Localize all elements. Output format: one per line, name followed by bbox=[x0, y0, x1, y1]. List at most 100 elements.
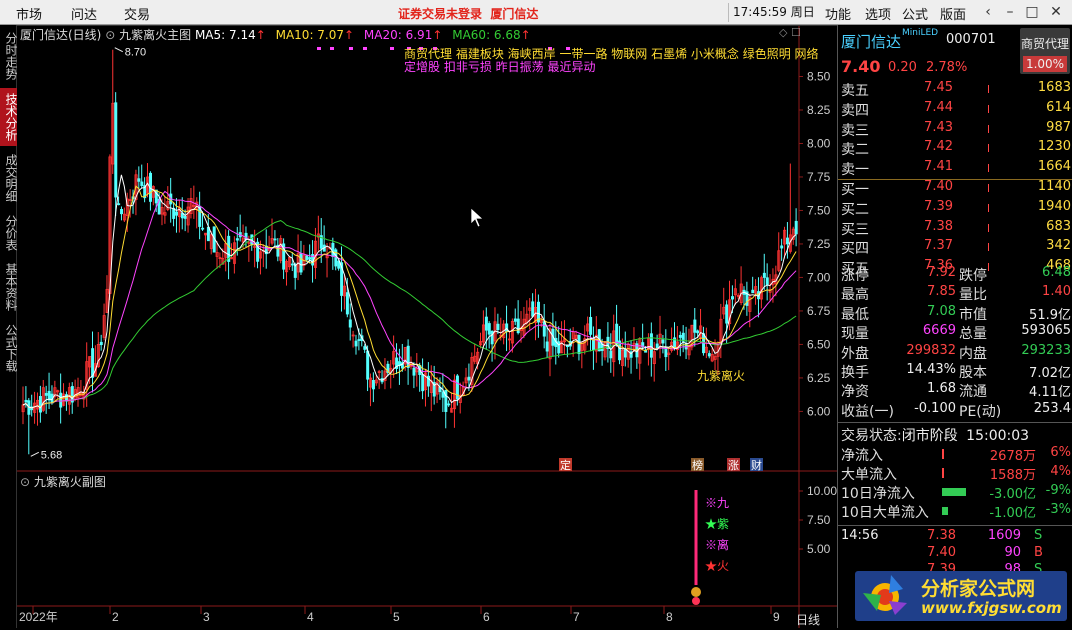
flow-value: -1.00亿 bbox=[989, 506, 1036, 521]
stat-label: 量比 bbox=[959, 287, 987, 304]
tab-price-table[interactable]: 分价表 bbox=[0, 210, 18, 255]
tab-deals[interactable]: 成交明细 bbox=[0, 149, 18, 207]
flow-label: 大单流入 bbox=[841, 467, 897, 483]
order-row[interactable]: 买二 7.39 1940 bbox=[841, 199, 1071, 218]
tab-formula-download[interactable]: 公式下载 bbox=[0, 319, 18, 377]
order-row[interactable]: 卖五 7.45 1683 bbox=[841, 80, 1071, 99]
tab-fundamentals[interactable]: 基本资料 bbox=[0, 258, 18, 316]
candle-body bbox=[175, 211, 179, 216]
tab-technical[interactable]: 技术分析 bbox=[0, 88, 18, 146]
main-formula-name[interactable]: 九紫离火主图 bbox=[119, 28, 191, 42]
order-row[interactable]: 卖三 7.43 987 bbox=[841, 120, 1071, 139]
volume-change-mark bbox=[988, 104, 989, 113]
flow-value: 2678万 bbox=[989, 449, 1036, 464]
side-tab-bar: 分时走势 技术分析 成交明细 分价表 基本资料 公式下载 bbox=[0, 25, 18, 628]
order-row[interactable]: 买三 7.38 683 bbox=[841, 219, 1071, 238]
minimize-icon[interactable]: – bbox=[1000, 2, 1020, 22]
close-icon[interactable]: ✕ bbox=[1046, 2, 1066, 22]
volume-change-mark bbox=[988, 243, 989, 252]
order-row[interactable]: 卖四 7.44 614 bbox=[841, 100, 1071, 119]
stat-label: 跌停 bbox=[959, 268, 987, 284]
trade-state-time: 15:00:03 bbox=[966, 428, 1030, 444]
arrow-up-icon: ↑ bbox=[255, 28, 266, 42]
candle-body bbox=[273, 238, 277, 241]
order-volume: 614 bbox=[1046, 99, 1071, 115]
order-row[interactable]: 卖一 7.41 1664 bbox=[841, 159, 1071, 178]
candle-body bbox=[661, 339, 665, 344]
candle-body bbox=[678, 335, 682, 338]
order-row[interactable]: 卖二 7.42 1230 bbox=[841, 139, 1071, 158]
menu-options[interactable]: 选项 bbox=[865, 4, 891, 23]
stat-value: -0.100 bbox=[914, 400, 956, 416]
kline-svg[interactable]: 8.50 8.25 8.00 7.75 7.50 7.25 7.00 6.75 6.50 6.25… bbox=[17, 25, 837, 628]
order-label: 卖五 bbox=[841, 83, 869, 99]
sector-box[interactable]: 商贸代理 1.00% bbox=[1020, 28, 1070, 74]
settings-icon[interactable]: ⊙ bbox=[105, 28, 115, 42]
login-alert[interactable]: 证券交易未登录 厦门信达 bbox=[398, 5, 538, 22]
stat-label: 最高 bbox=[841, 287, 869, 304]
stock-name: 厦门信达 bbox=[841, 33, 902, 51]
candle-body bbox=[201, 227, 205, 230]
menu-formula[interactable]: 公式 bbox=[902, 4, 928, 23]
menu-market[interactable]: 市场 bbox=[16, 4, 42, 23]
high-pointer bbox=[114, 47, 123, 53]
tick-volume: 90 bbox=[1004, 545, 1021, 560]
order-volume: 1664 bbox=[1037, 159, 1071, 175]
candle-body bbox=[731, 296, 735, 300]
tab-timeshare[interactable]: 分时走势 bbox=[0, 27, 18, 85]
ma20-line bbox=[22, 190, 797, 409]
price-tick-label: 7.50 bbox=[807, 203, 831, 217]
back-icon[interactable]: ‹ bbox=[978, 2, 998, 22]
price-tick-label: 6.75 bbox=[807, 304, 831, 318]
menu-trade[interactable]: 交易 bbox=[124, 4, 150, 23]
stat-value: 253.4 bbox=[1033, 400, 1071, 416]
month-label: 7 bbox=[573, 610, 580, 624]
order-label: 买一 bbox=[841, 182, 869, 198]
candle-body bbox=[24, 399, 28, 403]
settings-icon[interactable]: ⊙ bbox=[20, 475, 30, 489]
high-label: 8.70 bbox=[125, 47, 146, 59]
arrow-up-icon: ↑ bbox=[520, 28, 531, 42]
candle-body bbox=[120, 209, 124, 215]
order-label: 卖三 bbox=[841, 122, 869, 139]
top-menu-bar: 市场 问达 交易 证券交易未登录 厦门信达 17:45:59 周日 功能 选项 … bbox=[0, 0, 1072, 25]
candle-body bbox=[183, 215, 187, 219]
sub-chart-title[interactable]: 九紫离火副图 bbox=[34, 475, 106, 489]
flow-label: 10日大单流入 bbox=[841, 505, 929, 521]
price-tick-label: 7.75 bbox=[807, 170, 831, 184]
stat-row: 最低 7.08 市值 51.9亿 bbox=[841, 304, 1071, 323]
maximize-icon[interactable]: □ bbox=[1022, 2, 1042, 22]
ma10-line bbox=[22, 185, 797, 409]
kline-chart-area[interactable]: 8.50 8.25 8.00 7.75 7.50 7.25 7.00 6.75 6.50 6.25… bbox=[17, 25, 837, 628]
order-row[interactable]: 买四 7.37 342 bbox=[841, 238, 1071, 257]
order-volume: 1230 bbox=[1037, 139, 1071, 155]
chart-control-icons[interactable]: ◇ ☐ bbox=[779, 26, 801, 39]
flow-row: 10日净流入 -3.00亿 -9% bbox=[841, 483, 1071, 502]
stat-label: 现量 bbox=[841, 326, 869, 343]
sub-legend-item: ★紫 bbox=[705, 517, 729, 531]
period-label[interactable]: 日线 bbox=[796, 611, 820, 628]
menu-layout[interactable]: 版面 bbox=[940, 4, 966, 23]
flow-row: 大单流入 1588万 4% bbox=[841, 464, 1071, 483]
candle-body bbox=[649, 333, 653, 358]
menu-function[interactable]: 功能 bbox=[825, 4, 851, 23]
month-label: 9 bbox=[773, 610, 780, 624]
change: 0.20 bbox=[888, 60, 917, 75]
ma10-label: MA10: 7.07 bbox=[275, 28, 345, 42]
menu-wenda[interactable]: 问达 bbox=[71, 4, 97, 23]
month-label: 2 bbox=[112, 610, 119, 624]
candle-body bbox=[114, 102, 118, 198]
event-badge-label: 涨 bbox=[728, 459, 739, 472]
stat-label: 总量 bbox=[959, 326, 987, 343]
order-price: 7.40 bbox=[924, 179, 953, 194]
candle-body bbox=[412, 367, 416, 376]
order-volume: 1683 bbox=[1037, 80, 1071, 95]
flow-bar bbox=[942, 507, 948, 515]
stock-code: 000701 bbox=[946, 32, 996, 47]
candle-body bbox=[441, 391, 445, 398]
candle-body bbox=[308, 257, 312, 260]
order-row[interactable]: 买一 7.40 1140 bbox=[841, 179, 1071, 198]
volume-change-mark bbox=[988, 85, 989, 93]
candle-body bbox=[290, 263, 294, 266]
sub-tick-label: 7.50 bbox=[807, 513, 831, 527]
